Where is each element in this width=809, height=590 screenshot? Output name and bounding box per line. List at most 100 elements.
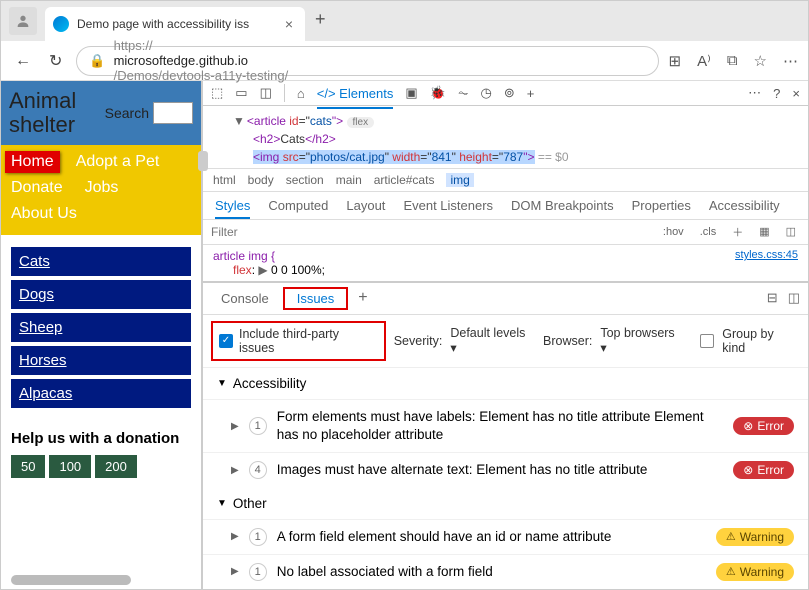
back-button[interactable]: ← (11, 48, 35, 74)
donate-50[interactable]: 50 (11, 455, 45, 478)
tab-dom-breakpoints[interactable]: DOM Breakpoints (511, 198, 614, 213)
site-brand: Animal shelter (9, 89, 101, 137)
breadcrumb[interactable]: html body section main article#cats img (203, 168, 808, 191)
performance-icon[interactable]: ◷ (480, 85, 491, 101)
read-aloud-icon[interactable]: A⁾ (697, 52, 711, 70)
edge-favicon (53, 16, 69, 32)
resize-handle[interactable] (198, 151, 208, 171)
browser-dropdown[interactable]: Top browsers (600, 326, 684, 355)
titlebar: Demo page with accessibility iss × + (1, 1, 808, 41)
reload-button[interactable]: ↻ (45, 47, 66, 75)
drawer-tab-console[interactable]: Console (211, 287, 279, 310)
search-label: Search (105, 105, 149, 121)
drawer-icon-1[interactable]: ⊟ (767, 290, 778, 306)
browser-tab[interactable]: Demo page with accessibility iss × (45, 7, 305, 41)
tab-properties[interactable]: Properties (632, 198, 691, 213)
warning-badge: Warning (716, 563, 794, 581)
more-tabs-icon[interactable]: + (527, 86, 535, 101)
issues-filter-row: ✓ Include third-party issues Severity: D… (203, 315, 808, 368)
horizontal-scrollbar[interactable] (11, 575, 131, 585)
hov-toggle[interactable]: :hov (659, 224, 688, 240)
elements-tree[interactable]: ▼<article id="cats"> flex <h2>Cats</h2> … (203, 106, 808, 168)
list-item[interactable]: Horses (11, 346, 191, 375)
donate-heading: Help us with a donation (11, 430, 191, 447)
cls-toggle[interactable]: .cls (696, 224, 721, 240)
flexbox-icon[interactable]: ▦ (755, 223, 773, 240)
device-icon[interactable]: ▭ (235, 85, 247, 101)
browser-label: Browser: (543, 334, 592, 348)
close-devtools-icon[interactable]: × (792, 86, 800, 101)
source-link[interactable]: styles.css:45 (735, 249, 798, 261)
search-input[interactable] (153, 102, 193, 124)
list-item[interactable]: Alpacas (11, 379, 191, 408)
crumb-active[interactable]: img (446, 173, 473, 187)
issue-row[interactable]: ▶ 1 Form elements must have labels: Elem… (203, 399, 808, 452)
crumb[interactable]: article#cats (374, 173, 435, 187)
app-icon[interactable]: ⊞ (669, 52, 682, 70)
tab-elements[interactable]: </> Elements (317, 86, 394, 109)
console-icon[interactable]: ▣ (405, 85, 417, 101)
styles-filter-row: :hov .cls ＋ ▦ ◫ (203, 219, 808, 245)
tab-layout[interactable]: Layout (346, 198, 385, 213)
issue-row[interactable]: ▶ 1 A form field element should have an … (203, 519, 808, 554)
network-icon[interactable]: ⏦ (458, 85, 469, 101)
thirdparty-checkbox[interactable]: ✓ (219, 334, 233, 348)
memory-icon[interactable]: ⊚ (504, 85, 515, 101)
nav-adopt[interactable]: Adopt a Pet (70, 151, 166, 173)
tab-styles[interactable]: Styles (215, 198, 250, 219)
crumb[interactable]: body (248, 173, 274, 187)
nav-donate[interactable]: Donate (5, 177, 69, 199)
tab-accessibility[interactable]: Accessibility (709, 198, 780, 213)
animal-list: Cats Dogs Sheep Horses Alpacas (1, 235, 201, 424)
drawer-add-tab[interactable]: + (352, 289, 373, 307)
computed-icon[interactable]: ◫ (782, 223, 800, 240)
menu-icon[interactable]: ⋯ (783, 52, 798, 70)
help-icon[interactable]: ? (773, 86, 780, 101)
issue-row[interactable]: ▶ 4 Images must have alternate text: Ele… (203, 452, 808, 487)
close-tab-icon[interactable]: × (281, 16, 297, 32)
lock-icon: 🔒 (89, 53, 105, 69)
collections-icon[interactable]: ⧉ (727, 52, 738, 70)
donate-200[interactable]: 200 (95, 455, 137, 478)
styles-filter-input[interactable] (203, 220, 651, 244)
list-item[interactable]: Sheep (11, 313, 191, 342)
favorite-icon[interactable]: ☆ (754, 52, 767, 70)
crumb[interactable]: section (286, 173, 324, 187)
crumb[interactable]: main (336, 173, 362, 187)
nav-home[interactable]: Home (5, 151, 60, 173)
thirdparty-label: Include third-party issues (239, 327, 378, 355)
drawer-tabs: Console Issues + ⊟ ◫ (203, 283, 808, 315)
donate-100[interactable]: 100 (49, 455, 91, 478)
inspect-icon[interactable]: ⬚ (211, 85, 223, 101)
tab-computed[interactable]: Computed (268, 198, 328, 213)
welcome-icon[interactable]: ⌂ (297, 86, 305, 101)
profile-avatar[interactable] (9, 7, 37, 35)
error-badge: Error (733, 417, 794, 435)
issue-row[interactable]: ▶ 1 No label associated with a form fiel… (203, 554, 808, 589)
url-text: https://microsoftedge.github.io/Demos/de… (114, 38, 646, 83)
tab-title: Demo page with accessibility iss (77, 17, 281, 31)
crumb[interactable]: html (213, 173, 236, 187)
group-other[interactable]: ▼Other (203, 488, 808, 519)
list-item[interactable]: Cats (11, 247, 191, 276)
nav-jobs[interactable]: Jobs (79, 177, 125, 199)
address-box[interactable]: 🔒 https://microsoftedge.github.io/Demos/… (76, 46, 658, 76)
css-rule[interactable]: article img { styles.css:45 flex: ▶ 0 0 … (203, 245, 808, 281)
group-checkbox[interactable] (700, 334, 714, 348)
tab-listeners[interactable]: Event Listeners (403, 198, 493, 213)
settings-icon[interactable]: ⋯ (748, 85, 761, 101)
issues-list: ▼Accessibility ▶ 1 Form elements must ha… (203, 368, 808, 589)
error-badge: Error (733, 461, 794, 479)
warning-badge: Warning (716, 528, 794, 546)
sources-icon[interactable]: 🐞 (430, 85, 446, 101)
page-content: Animal shelter Search Home Adopt a Pet D… (1, 81, 201, 589)
drawer-tab-issues[interactable]: Issues (287, 287, 345, 310)
group-accessibility[interactable]: ▼Accessibility (203, 368, 808, 399)
severity-dropdown[interactable]: Default levels (450, 326, 535, 355)
new-rule-icon[interactable]: ＋ (728, 222, 747, 242)
dock-icon[interactable]: ◫ (260, 85, 272, 101)
list-item[interactable]: Dogs (11, 280, 191, 309)
nav-about[interactable]: About Us (5, 203, 83, 225)
drawer-icon-2[interactable]: ◫ (788, 290, 800, 306)
new-tab-button[interactable]: + (305, 1, 336, 38)
